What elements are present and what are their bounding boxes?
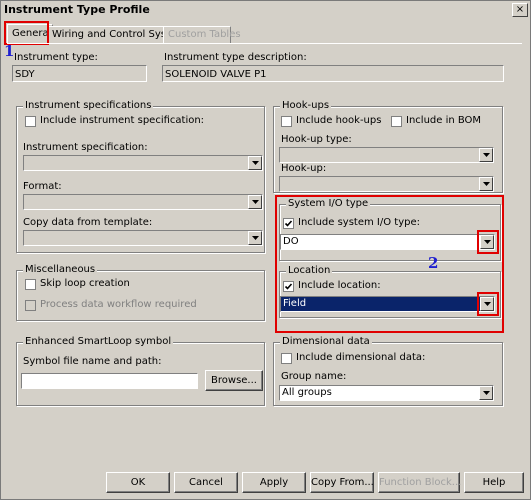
skip-loop-label: Skip loop creation [40, 278, 130, 289]
skip-loop-checkbox[interactable] [25, 279, 36, 290]
chevron-down-icon[interactable] [479, 148, 493, 162]
highlight-system-io-dropdown [477, 230, 499, 254]
format-label: Format: [23, 181, 62, 192]
chevron-down-icon[interactable] [248, 156, 262, 170]
symbol-path-label: Symbol file name and path: [23, 356, 162, 367]
include-instrument-spec-checkbox[interactable] [25, 116, 36, 127]
symbol-path-input[interactable] [21, 373, 198, 389]
apply-button[interactable]: Apply [242, 472, 306, 493]
description-label: Instrument type description: [164, 52, 307, 63]
include-instrument-spec-label: Include instrument specification: [40, 115, 205, 126]
highlight-system-io-location [275, 195, 504, 333]
ok-button[interactable]: OK [106, 472, 170, 493]
include-dimensional-label: Include dimensional data: [296, 352, 426, 363]
process-workflow-label: Process data workflow required [40, 299, 197, 310]
include-hookups-checkbox[interactable] [281, 116, 292, 127]
group-name-label: Group name: [281, 371, 347, 382]
instrument-type-field: SDY [12, 65, 147, 82]
instrument-spec-label: Instrument specification: [23, 142, 148, 153]
copy-template-label: Copy data from template: [23, 217, 153, 228]
include-bom-checkbox[interactable] [391, 116, 402, 127]
chevron-down-icon[interactable] [479, 386, 493, 400]
process-workflow-checkbox [25, 300, 36, 311]
include-dimensional-checkbox[interactable] [281, 353, 292, 364]
function-block-button: Function Block... [378, 472, 461, 493]
include-bom-label: Include in BOM [406, 115, 482, 126]
hookup-type-label: Hook-up type: [281, 134, 352, 145]
smartloop-legend: Enhanced SmartLoop symbol [23, 336, 174, 347]
copy-from-button[interactable]: Copy From... [310, 472, 374, 493]
dimensional-data-legend: Dimensional data [280, 336, 372, 347]
group-name-combo[interactable]: All groups [279, 385, 494, 401]
window-title: Instrument Type Profile [4, 3, 150, 16]
help-button[interactable]: Help [464, 472, 524, 493]
instrument-specifications-legend: Instrument specifications [23, 100, 154, 111]
instrument-type-profile-dialog: Instrument Type Profile × General Wiring… [0, 0, 531, 500]
include-hookups-label: Include hook-ups [296, 115, 382, 126]
format-combo[interactable] [23, 194, 263, 210]
marker-2: 2 [428, 254, 439, 272]
tab-wiring-control-system[interactable]: Wiring and Control System [47, 26, 186, 43]
hookups-legend: Hook-ups [280, 100, 332, 111]
highlight-location-dropdown [477, 292, 499, 316]
close-button[interactable]: × [512, 3, 528, 17]
tab-custom-tables: Custom Tables [163, 26, 241, 43]
instrument-type-label: Instrument type: [14, 52, 98, 63]
hookup-label: Hook-up: [281, 163, 327, 174]
cancel-button[interactable]: Cancel [174, 472, 238, 493]
browse-button[interactable]: Browse... [205, 370, 263, 391]
group-name-value: All groups [282, 387, 332, 398]
hookup-type-combo[interactable] [279, 147, 494, 163]
description-field: SOLENOID VALVE P1 [162, 65, 504, 82]
miscellaneous-legend: Miscellaneous [23, 264, 98, 275]
chevron-down-icon[interactable] [248, 231, 262, 245]
hookup-combo[interactable] [279, 176, 494, 192]
copy-template-combo[interactable] [23, 230, 263, 246]
title-bar: Instrument Type Profile × [1, 1, 530, 19]
instrument-spec-combo[interactable] [23, 155, 263, 171]
chevron-down-icon[interactable] [248, 195, 262, 209]
chevron-down-icon[interactable] [479, 177, 493, 191]
